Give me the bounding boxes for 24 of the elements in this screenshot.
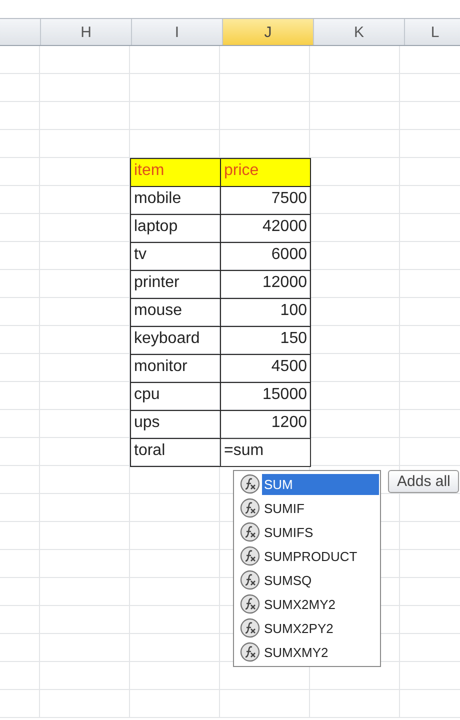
function-option[interactable]: SUMIFS <box>262 522 379 542</box>
function-option[interactable]: SUMIF <box>262 498 379 518</box>
function-icon <box>240 570 260 590</box>
column-header[interactable]: H <box>40 19 131 45</box>
function-icon <box>240 522 260 542</box>
function-icon <box>240 474 260 494</box>
function-icon <box>240 618 260 638</box>
function-icon <box>240 546 260 566</box>
function-option[interactable]: SUMXMY2 <box>262 642 379 662</box>
function-option[interactable]: SUMX2PY2 <box>262 618 379 638</box>
table-cell: price <box>220 158 311 187</box>
function-icon <box>240 498 260 518</box>
table-cell: item <box>130 158 221 187</box>
cell-editor[interactable]: =sum <box>220 438 311 467</box>
tooltip: Adds all <box>388 470 460 493</box>
function-option[interactable]: SUMPRODUCT <box>262 546 379 566</box>
function-icon <box>240 642 260 662</box>
column-header[interactable]: K <box>313 19 404 45</box>
function-option[interactable]: SUMX2MY2 <box>262 594 379 614</box>
column-header[interactable]: J <box>222 19 313 45</box>
function-option[interactable]: SUM <box>262 474 379 494</box>
function-icon <box>240 594 260 614</box>
column-header[interactable]: L <box>404 19 460 45</box>
function-option[interactable]: SUMSQ <box>262 570 379 590</box>
